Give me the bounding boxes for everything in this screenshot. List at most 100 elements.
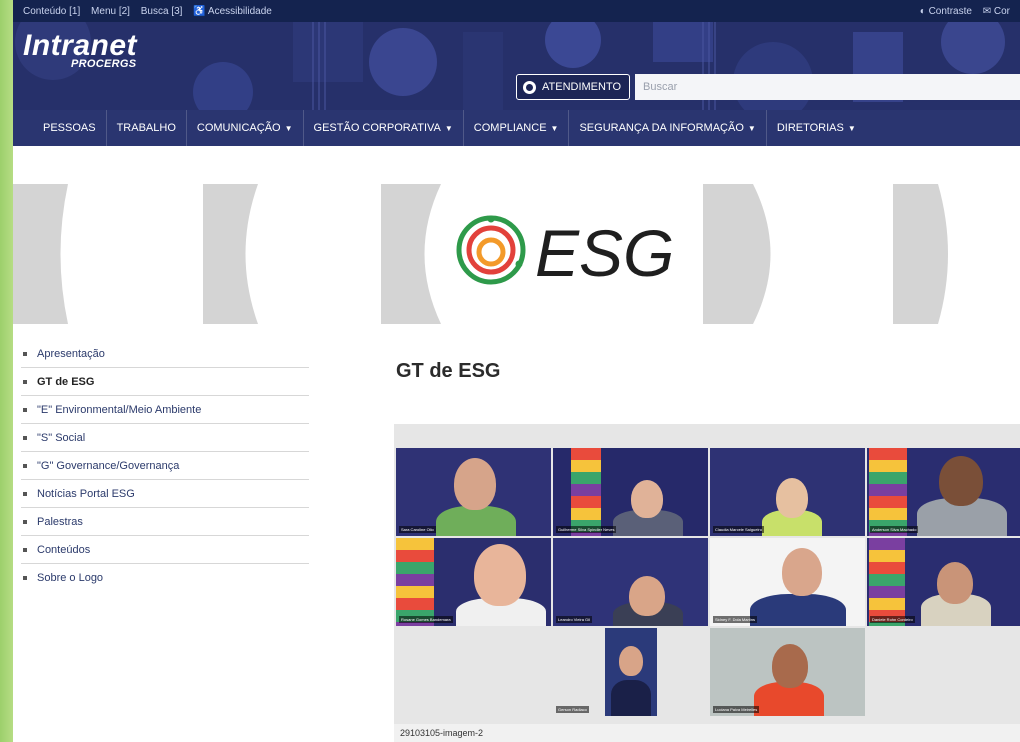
main-nav: PESSOAS TRABALHO COMUNICAÇÃO ▼ GESTÃO COR… (13, 110, 1020, 146)
participant-name: Sara Caroline Olio (399, 526, 436, 533)
bullet-icon (23, 547, 27, 552)
bullet-icon (23, 435, 27, 440)
image-caption: 29103105-imagem-2 (394, 724, 1020, 742)
sidebar-item-palestras[interactable]: Palestras (21, 508, 309, 536)
sidebar-item-social[interactable]: "S" Social (21, 424, 309, 452)
sidebar-item-governance[interactable]: "G" Governance/Governança (21, 452, 309, 480)
caret-down-icon: ▼ (550, 123, 559, 133)
nav-label: SEGURANÇA DA INFORMAÇÃO (579, 122, 744, 134)
sidebar-item-label: Sobre o Logo (37, 572, 104, 584)
participant-name: Rosane Gomes Bandemara (399, 616, 453, 623)
atendimento-label: ATENDIMENTO (542, 81, 622, 93)
participant-name: Luciana Paiva Meirelles (713, 706, 760, 713)
participant-tile: Rosane Gomes Bandemara (396, 538, 551, 626)
nav-label: PESSOAS (43, 122, 96, 134)
page: Conteúdo [1] Menu [2] Busca [3] ♿ Acessi… (13, 0, 1020, 742)
participant-name: Claudia Marcele Salgueiro (713, 526, 764, 533)
sidebar-item-label: Notícias Portal ESG (37, 487, 135, 500)
sidebar-item-label: Conteúdos (37, 543, 91, 556)
participant-name: Anderson Silva Machado (870, 526, 919, 533)
caret-down-icon: ▼ (284, 123, 293, 133)
nav-item-trabalho[interactable]: TRABALHO (107, 110, 187, 146)
bullet-icon (23, 576, 27, 580)
participant-name: Leandro Vieira Gil (556, 616, 592, 623)
sidebar-item-label: "G" Governance/Governança (37, 459, 180, 472)
bullet-icon (23, 463, 27, 468)
bullet-icon (23, 491, 27, 496)
sidebar-item-label: "E" Environmental/Meio Ambiente (37, 403, 202, 416)
person-face (629, 576, 665, 616)
nav-label: DIRETORIAS (776, 122, 844, 134)
nav-label: GESTÃO CORPORATIVA (313, 122, 441, 134)
esg-wordmark: ESG (535, 216, 674, 290)
contact-link[interactable]: ✉ Cor (983, 6, 1010, 17)
pattern-strip (396, 538, 434, 626)
participant-name: Guilherme Silva Spindler Neves (556, 526, 617, 533)
sidebar-item-gt-de-esg[interactable]: GT de ESG (21, 368, 309, 396)
esg-banner: ESG (13, 178, 1020, 330)
pattern-strip (869, 538, 905, 626)
nav-item-diretorias[interactable]: DIRETORIAS ▼ (767, 110, 866, 146)
accessibility-bar: Conteúdo [1] Menu [2] Busca [3] ♿ Acessi… (13, 0, 1020, 22)
person-face (937, 562, 973, 604)
bullet-icon (23, 351, 27, 356)
skip-to-menu-link[interactable]: Menu [2] (91, 6, 130, 17)
pattern-strip (869, 448, 907, 536)
participant-name: Gerson Radiaco (556, 706, 589, 713)
intranet-logo[interactable]: Intranet PROCERGS (23, 30, 137, 71)
participant-tile: Daniele Rohn Cordeiro (867, 538, 1020, 626)
participant-name: Daniele Rohn Cordeiro (870, 616, 915, 623)
participant-tile: Sidney F. Dola Martins (710, 538, 865, 626)
meeting-photo[interactable]: Sara Caroline Olio Guilherme Silva Spind… (394, 424, 1020, 742)
nav-item-gestao-corporativa[interactable]: GESTÃO CORPORATIVA ▼ (304, 110, 464, 146)
nav-item-pessoas[interactable]: PESSOAS (33, 110, 107, 146)
nav-label: COMUNICAÇÃO (196, 122, 281, 134)
participant-tile: Anderson Silva Machado (867, 448, 1020, 536)
logo-subtitle: PROCERGS (71, 58, 137, 70)
person-face (782, 548, 822, 596)
page-title: GT de ESG (396, 360, 501, 382)
participant-tile: Gerson Radiaco (553, 628, 659, 716)
nav-item-compliance[interactable]: COMPLIANCE ▼ (464, 110, 570, 146)
nav-item-seguranca-informacao[interactable]: SEGURANÇA DA INFORMAÇÃO ▼ (569, 110, 767, 146)
sidebar-item-sobre-o-logo[interactable]: Sobre o Logo (21, 564, 309, 592)
bullet-icon (23, 519, 27, 524)
skip-to-content-link[interactable]: Conteúdo [1] (23, 6, 80, 17)
nav-label: TRABALHO (116, 122, 176, 134)
person-face (776, 478, 808, 518)
sidebar-item-label: Apresentação (37, 347, 105, 360)
sidebar-item-apresentacao[interactable]: Apresentação (21, 340, 309, 368)
person-face (454, 458, 496, 510)
sidebar-item-environmental[interactable]: "E" Environmental/Meio Ambiente (21, 396, 309, 424)
ring-icon (523, 80, 536, 94)
participant-tile: Claudia Marcele Salgueiro (710, 448, 865, 536)
person-face (474, 544, 526, 606)
nav-item-comunicacao[interactable]: COMUNICAÇÃO ▼ (187, 110, 304, 146)
contrast-toggle[interactable]: ◐ Contraste (920, 6, 972, 17)
accessibility-link[interactable]: ♿ Acessibilidade (193, 6, 272, 17)
participant-tile: Leandro Vieira Gil (553, 538, 708, 626)
skip-to-search-link[interactable]: Busca [3] (141, 6, 183, 17)
bullet-icon (23, 407, 27, 412)
accessibility-right: ◐ Contraste ✉ Cor (912, 6, 1010, 17)
nav-label: COMPLIANCE (473, 122, 547, 134)
sidebar-item-label: GT de ESG (37, 375, 95, 388)
participant-tile: Guilherme Silva Spindler Neves (553, 448, 708, 536)
person-face (631, 480, 663, 518)
caret-down-icon: ▼ (444, 123, 453, 133)
participant-tile: Sara Caroline Olio (396, 448, 551, 536)
participant-name: Sidney F. Dola Martins (713, 616, 758, 623)
caret-down-icon: ▼ (747, 123, 756, 133)
person-face (939, 456, 983, 506)
sidebar-item-noticias[interactable]: Notícias Portal ESG (21, 480, 309, 508)
atendimento-button[interactable]: ATENDIMENTO (516, 74, 630, 100)
sidebar-menu: Apresentação GT de ESG "E" Environmental… (21, 340, 309, 592)
person-body (436, 506, 516, 536)
search-input[interactable] (635, 74, 1020, 100)
bullet-icon (23, 379, 27, 384)
person-body (750, 594, 846, 626)
sidebar-item-conteudos[interactable]: Conteúdos (21, 536, 309, 564)
sidebar-item-label: Palestras (37, 515, 83, 528)
sidebar-item-label: "S" Social (37, 431, 86, 444)
person-face (619, 646, 643, 676)
